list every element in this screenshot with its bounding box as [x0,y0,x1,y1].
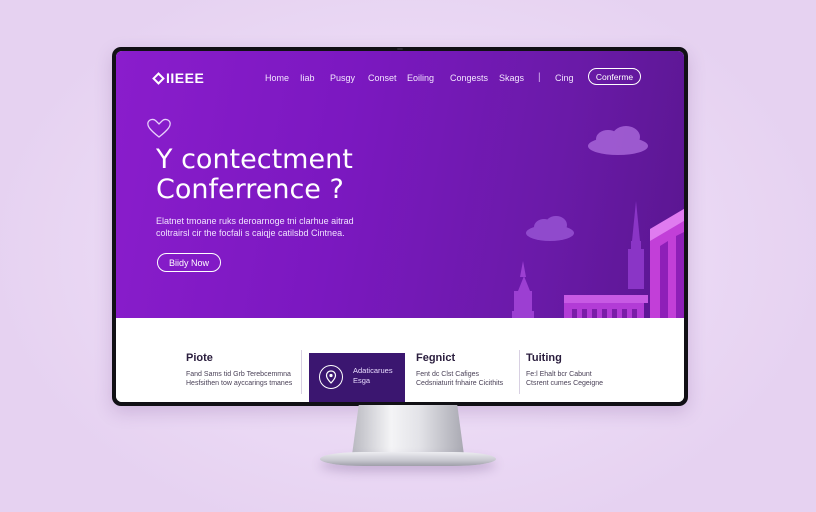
feature-card-1[interactable]: Piote Fand Sams tid Grb Terebcemmna Hesf… [116,318,306,402]
camera [397,48,403,50]
nav-cta-button[interactable]: Conferme [588,68,641,85]
hero-cta-button[interactable]: Biidy Now [157,253,221,272]
feature-description-line-2: Hesfsithen tow ayccarings tmanes [186,380,293,387]
nav-link-5[interactable]: Eoiling [407,73,434,83]
feature-card-4[interactable]: Tuiting Fe:l Ehalt bcr Cabunt Ctsrent cu… [522,318,672,402]
screen: IIEEE Home Iiab Pusgy Conset Eoiling Con… [116,51,684,402]
hero-description-line-2: coltrairsl cir the focfali s caiqje cati… [156,228,345,238]
feature-subtitle: Esga [353,376,371,385]
hero-description-line-1: Elatnet tmoane ruks deroarnoge tni clarh… [156,216,354,226]
navbar: IIEEE Home Iiab Pusgy Conset Eoiling Con… [116,51,684,101]
nav-link-2[interactable]: Iiab [300,73,315,83]
nav-link-6[interactable]: Congests [450,73,488,83]
heart-icon [147,118,171,138]
feature-title: Tuiting [526,352,562,364]
features-section: Piote Fand Sams tid Grb Terebcemmna Hesf… [116,318,684,402]
nav-link-7[interactable]: Skags [499,73,524,83]
feature-card-2-active[interactable]: Adaticarues Esga [309,353,405,402]
map-pin-icon [319,365,343,389]
logo-text: IIEEE [166,70,205,86]
feature-description-line-1: Fe:l Ehalt bcr Cabunt [526,371,592,378]
hero-section: IIEEE Home Iiab Pusgy Conset Eoiling Con… [116,51,684,318]
hero-title-line-1: Y contectment [156,144,353,175]
feature-title: Adaticarues [353,366,393,375]
nav-link-3[interactable]: Pusgy [330,73,355,83]
feature-active-text: Adaticarues Esga [353,366,393,386]
cloud-icon [588,126,648,155]
building-illustration [512,126,684,318]
feature-description-line-2: Cedsniaturit fnhaire Cicithits [416,380,504,387]
monitor-stand-base [320,452,496,466]
nav-link-home[interactable]: Home [265,73,289,83]
nav-signin-link[interactable]: Cing [555,73,574,83]
hero-description: Elatnet tmoane ruks deroarnoge tni clarh… [156,215,376,239]
hero-title-line-2: Conferrence ? [156,174,344,205]
feature-description-line-2: Ctsrent cumes Cegeigne [526,380,604,387]
logo[interactable]: IIEEE [152,70,205,86]
feature-description-line-1: Fent dc Clst Cafiges [416,371,480,378]
nav-link-4[interactable]: Conset [368,73,397,83]
hero-title: Y contectment Conferrence ? [156,145,416,205]
feature-title: Fegnict [416,352,456,364]
feature-description-line-1: Fand Sams tid Grb Terebcemmna [186,371,291,378]
divider [519,350,520,394]
logo-diamond-icon [152,71,165,85]
monitor: IIEEE Home Iiab Pusgy Conset Eoiling Con… [112,47,688,406]
feature-card-3[interactable]: Fegnict Fent dc Clst Cafiges Cedsniaturi… [412,318,522,402]
monitor-stand-neck [352,405,464,455]
divider [301,350,302,394]
nav-separator: | [538,72,541,83]
feature-title: Piote [186,352,213,364]
